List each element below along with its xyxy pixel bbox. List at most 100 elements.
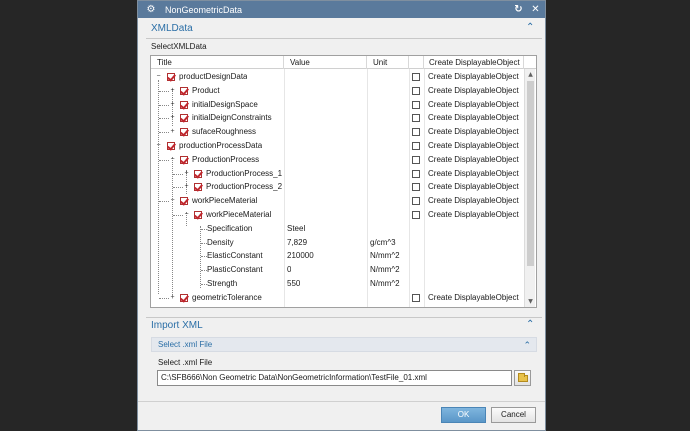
collapse-toggle-icon[interactable]: −: [169, 197, 176, 204]
row-value[interactable]: 550: [287, 277, 300, 291]
vertical-scrollbar[interactable]: ▲ ▼: [524, 69, 535, 307]
import-xml-section-header[interactable]: Import XML ⌃: [146, 317, 542, 334]
tree-row[interactable]: PlasticConstant 0 N/mm^2: [151, 263, 536, 277]
tree-row[interactable]: + sufaceRoughness Create DisplayableObje…: [151, 125, 536, 139]
create-object-label: Create DisplayableObject: [428, 154, 519, 164]
tree-row[interactable]: − workPieceMaterial Create DisplayableOb…: [151, 208, 536, 222]
create-object-checkbox[interactable]: [412, 169, 420, 178]
expand-toggle-icon[interactable]: +: [169, 101, 176, 108]
xml-tree-table[interactable]: Title Value Unit Create DisplayableObjec…: [150, 55, 537, 308]
collapse-chevron-icon[interactable]: ⌃: [526, 22, 538, 34]
row-value[interactable]: 210000: [287, 249, 314, 263]
column-title[interactable]: Title: [151, 56, 284, 69]
refresh-icon[interactable]: ↻: [512, 3, 525, 16]
tree-row[interactable]: + ProductionProcess_1 Create Displayable…: [151, 167, 536, 181]
create-object-checkbox[interactable]: [412, 211, 420, 219]
create-object-checkbox[interactable]: [412, 197, 420, 206]
create-object-checkbox[interactable]: [412, 155, 420, 164]
tree-row[interactable]: ElasticConstant 210000 N/mm^2: [151, 249, 536, 263]
tree-row[interactable]: Density 7,829 g/cm^3: [151, 236, 536, 250]
xmldata-section-header[interactable]: XMLData ⌃: [146, 20, 542, 37]
expand-toggle-icon[interactable]: +: [183, 170, 190, 177]
collapse-chevron-icon[interactable]: ⌃: [523, 339, 531, 352]
browse-button[interactable]: [514, 370, 531, 386]
row-checkbox[interactable]: [180, 100, 188, 109]
collapse-toggle-icon[interactable]: −: [155, 73, 162, 80]
row-checkbox[interactable]: [167, 142, 175, 150]
create-object-label: Create DisplayableObject: [428, 99, 519, 109]
row-title: PlasticConstant: [207, 265, 263, 275]
tree-row[interactable]: + ProductionProcess_2 Create Displayable…: [151, 180, 536, 194]
column-create[interactable]: Create DisplayableObject: [424, 56, 524, 69]
expand-toggle-icon[interactable]: +: [169, 128, 176, 135]
tree-row[interactable]: − workPieceMaterial Create DisplayableOb…: [151, 194, 536, 208]
folder-open-icon: [518, 373, 528, 382]
row-checkbox[interactable]: [180, 293, 188, 302]
tree-row[interactable]: Strength 550 N/mm^2: [151, 277, 536, 291]
row-checkbox[interactable]: [180, 128, 188, 137]
import-xml-section-title: Import XML: [151, 320, 203, 331]
create-object-checkbox[interactable]: [412, 183, 420, 192]
create-object-checkbox[interactable]: [412, 114, 420, 123]
gear-icon: ⚙: [146, 4, 156, 15]
select-xml-data-label: SelectXMLData: [151, 42, 207, 51]
expand-toggle-icon[interactable]: +: [169, 87, 176, 94]
tree-row[interactable]: + Product Create DisplayableObject: [151, 84, 536, 98]
tree-row[interactable]: + geometricTolerance Create DisplayableO…: [151, 291, 536, 305]
row-title: ProductionProcess: [192, 154, 260, 164]
select-xml-subsection-title: Select .xml File: [158, 340, 213, 349]
row-title: workPieceMaterial: [192, 196, 258, 206]
collapse-toggle-icon[interactable]: −: [169, 156, 176, 163]
row-checkbox[interactable]: [194, 183, 202, 192]
row-value[interactable]: Steel: [287, 222, 305, 236]
row-checkbox[interactable]: [180, 155, 188, 164]
row-value[interactable]: 0: [287, 263, 291, 277]
create-object-label: Create DisplayableObject: [428, 85, 519, 95]
create-object-checkbox[interactable]: [412, 100, 420, 109]
scroll-thumb[interactable]: [527, 81, 534, 266]
create-object-checkbox[interactable]: [412, 293, 420, 302]
expand-toggle-icon[interactable]: +: [183, 183, 190, 190]
row-checkbox[interactable]: [194, 211, 202, 219]
row-checkbox[interactable]: [180, 197, 188, 206]
tree-row[interactable]: Specification Steel: [151, 222, 536, 236]
close-icon[interactable]: ✕: [529, 3, 542, 16]
column-value[interactable]: Value: [284, 56, 367, 69]
tree-row[interactable]: − productionProcessData Create Displayab…: [151, 139, 536, 153]
create-object-label: Create DisplayableObject: [428, 113, 519, 123]
collapse-toggle-icon[interactable]: −: [183, 211, 190, 218]
tree-row[interactable]: − productDesignData Create DisplayableOb…: [151, 70, 536, 84]
xml-file-path-input[interactable]: C:\SFB666\Non Geometric Data\NonGeometri…: [157, 370, 512, 386]
tree-row[interactable]: + initialDesignSpace Create DisplayableO…: [151, 98, 536, 112]
create-object-checkbox[interactable]: [412, 142, 420, 150]
row-checkbox[interactable]: [194, 169, 202, 178]
create-object-label: Create DisplayableObject: [428, 127, 519, 137]
create-object-label: Create DisplayableObject: [428, 141, 519, 150]
expand-toggle-icon[interactable]: +: [169, 114, 176, 121]
tree-row[interactable]: − ProductionProcess Create DisplayableOb…: [151, 153, 536, 167]
row-checkbox[interactable]: [167, 73, 175, 81]
expand-toggle-icon[interactable]: +: [169, 294, 176, 301]
cancel-button[interactable]: Cancel: [491, 407, 536, 423]
create-object-checkbox[interactable]: [412, 128, 420, 137]
row-checkbox[interactable]: [180, 86, 188, 95]
tree-header: Title Value Unit Create DisplayableObjec…: [151, 56, 536, 69]
scroll-down-arrow-icon[interactable]: ▼: [526, 297, 535, 306]
column-unit[interactable]: Unit: [367, 56, 409, 69]
collapse-chevron-icon[interactable]: ⌃: [526, 319, 538, 331]
create-object-checkbox[interactable]: [412, 73, 420, 81]
select-xml-subsection-header[interactable]: Select .xml File ⌃: [151, 337, 537, 352]
create-object-label: Create DisplayableObject: [428, 168, 519, 178]
collapse-toggle-icon[interactable]: −: [155, 142, 162, 149]
create-object-label: Create DisplayableObject: [428, 292, 519, 302]
row-unit: N/mm^2: [370, 251, 400, 261]
column-check[interactable]: [409, 56, 424, 69]
scroll-up-arrow-icon[interactable]: ▲: [526, 70, 535, 79]
section-divider: [146, 38, 542, 39]
create-object-checkbox[interactable]: [412, 86, 420, 95]
row-checkbox[interactable]: [180, 114, 188, 123]
row-value[interactable]: 7,829: [287, 236, 307, 250]
ok-button[interactable]: OK: [441, 407, 486, 423]
tree-row[interactable]: + initialDeignConstraints Create Display…: [151, 111, 536, 125]
row-title: Specification: [207, 223, 253, 233]
